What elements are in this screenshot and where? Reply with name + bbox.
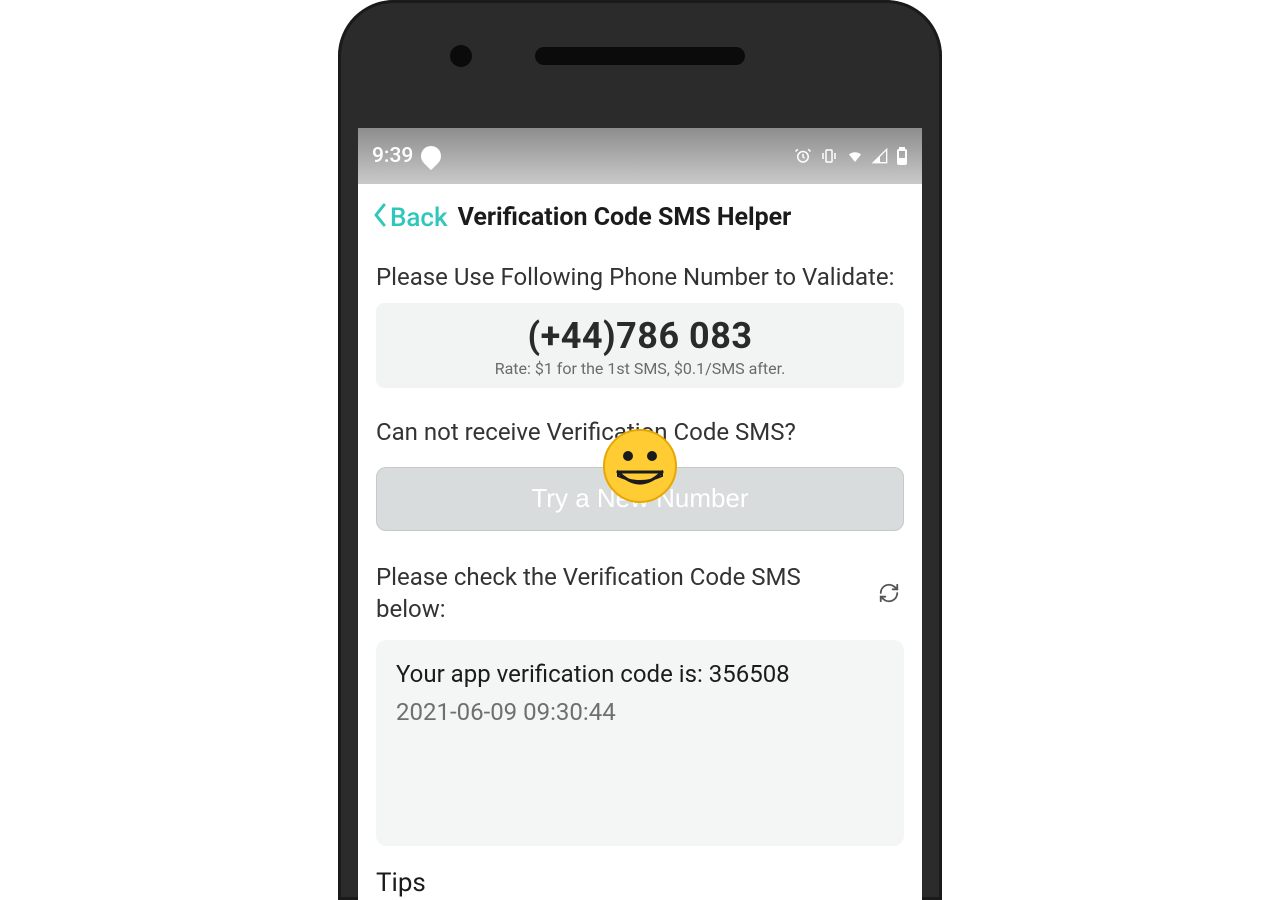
chevron-left-icon <box>372 202 388 233</box>
signal-icon <box>872 148 888 164</box>
back-label: Back <box>390 203 448 233</box>
phone-number-card: (+44)786 083 Rate: $1 for the 1st SMS, $… <box>376 303 904 388</box>
status-icons <box>794 147 908 165</box>
validate-label: Please Use Following Phone Number to Val… <box>376 261 904 293</box>
tips-heading: Tips <box>376 868 904 898</box>
rate-text: Rate: $1 for the 1st SMS, $0.1/SMS after… <box>386 359 894 378</box>
content-area: Please Use Following Phone Number to Val… <box>358 249 922 898</box>
back-button[interactable]: Back <box>372 202 448 233</box>
try-new-number-button[interactable]: Try a New Number <box>376 467 904 531</box>
phone-number: (+44)786 083 <box>386 315 894 357</box>
wifi-icon <box>846 147 864 165</box>
cannot-receive-label: Can not receive Verification Code SMS? <box>376 416 904 448</box>
notification-icon <box>417 142 445 170</box>
battery-icon <box>896 147 908 165</box>
page-title: Verification Code SMS Helper <box>458 203 792 232</box>
refresh-button[interactable] <box>874 578 904 608</box>
speaker-slot <box>535 47 745 65</box>
app-bar: Back Verification Code SMS Helper <box>358 184 922 249</box>
phone-frame: 9:39 <box>338 0 942 900</box>
camera-dot <box>450 45 472 67</box>
vibrate-icon <box>820 147 838 165</box>
alarm-icon <box>794 147 812 165</box>
sms-timestamp: 2021-06-09 09:30:44 <box>396 698 884 726</box>
app-screen: 9:39 <box>358 128 922 900</box>
check-label: Please check the Verification Code SMS b… <box>376 561 862 626</box>
status-bar: 9:39 <box>358 128 922 184</box>
status-time: 9:39 <box>372 144 413 168</box>
sms-text: Your app verification code is: 356508 <box>396 660 884 688</box>
sms-card: Your app verification code is: 356508 20… <box>376 640 904 846</box>
check-row: Please check the Verification Code SMS b… <box>376 561 904 626</box>
